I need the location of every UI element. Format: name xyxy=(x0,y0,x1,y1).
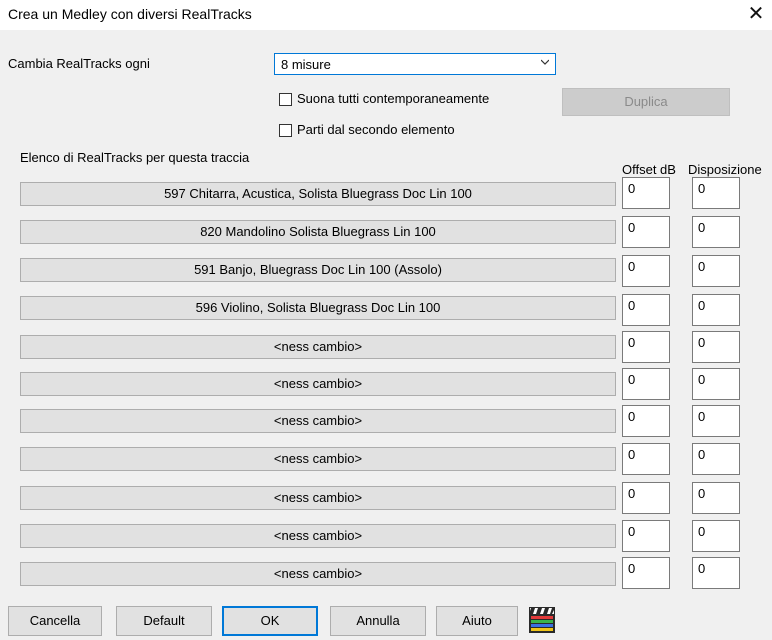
track-button[interactable]: <ness cambio> xyxy=(20,524,616,548)
track-button[interactable]: <ness cambio> xyxy=(20,335,616,359)
default-button[interactable]: Default xyxy=(116,606,212,636)
close-icon[interactable]: ✕ xyxy=(744,2,768,26)
clapperboard-icon[interactable] xyxy=(528,606,556,634)
help-button[interactable]: Aiuto xyxy=(436,606,518,636)
start-second-label: Parti dal secondo elemento xyxy=(297,122,455,137)
window-title: Crea un Medley con diversi RealTracks xyxy=(8,6,252,22)
track-list-heading: Elenco di RealTracks per questa traccia xyxy=(20,150,250,165)
track-button[interactable]: 591 Banjo, Bluegrass Doc Lin 100 (Assolo… xyxy=(20,258,616,282)
offset-input[interactable]: 0 xyxy=(622,255,670,287)
change-every-label: Cambia RealTracks ogni xyxy=(8,56,150,71)
offset-input[interactable]: 0 xyxy=(622,557,670,589)
start-second-checkbox[interactable] xyxy=(279,124,292,137)
layout-column-header: Disposizione xyxy=(688,162,762,177)
layout-input[interactable]: 0 xyxy=(692,255,740,287)
offset-input[interactable]: 0 xyxy=(622,405,670,437)
offset-input[interactable]: 0 xyxy=(622,177,670,209)
change-every-value: 8 misure xyxy=(281,57,331,72)
offset-input[interactable]: 0 xyxy=(622,368,670,400)
track-button[interactable]: 596 Violino, Solista Bluegrass Doc Lin 1… xyxy=(20,296,616,320)
offset-input[interactable]: 0 xyxy=(622,520,670,552)
offset-input[interactable]: 0 xyxy=(622,216,670,248)
change-every-select[interactable]: 8 misure xyxy=(274,53,556,75)
ok-button[interactable]: OK xyxy=(222,606,318,636)
offset-input[interactable]: 0 xyxy=(622,331,670,363)
layout-input[interactable]: 0 xyxy=(692,331,740,363)
track-button[interactable]: 820 Mandolino Solista Bluegrass Lin 100 xyxy=(20,220,616,244)
offset-input[interactable]: 0 xyxy=(622,294,670,326)
track-button[interactable]: <ness cambio> xyxy=(20,562,616,586)
offset-column-header: Offset dB xyxy=(622,162,676,177)
layout-input[interactable]: 0 xyxy=(692,443,740,475)
track-button[interactable]: <ness cambio> xyxy=(20,486,616,510)
annulla-button[interactable]: Annulla xyxy=(330,606,426,636)
track-button[interactable]: <ness cambio> xyxy=(20,409,616,433)
play-all-checkbox[interactable] xyxy=(279,93,292,106)
title-bar: Crea un Medley con diversi RealTracks ✕ xyxy=(0,0,772,30)
track-button[interactable]: <ness cambio> xyxy=(20,447,616,471)
offset-input[interactable]: 0 xyxy=(622,443,670,475)
track-button[interactable]: 597 Chitarra, Acustica, Solista Bluegras… xyxy=(20,182,616,206)
cancel-button[interactable]: Cancella xyxy=(8,606,102,636)
layout-input[interactable]: 0 xyxy=(692,294,740,326)
layout-input[interactable]: 0 xyxy=(692,557,740,589)
layout-input[interactable]: 0 xyxy=(692,482,740,514)
play-all-label: Suona tutti contemporaneamente xyxy=(297,91,490,106)
layout-input[interactable]: 0 xyxy=(692,520,740,552)
layout-input[interactable]: 0 xyxy=(692,368,740,400)
layout-input[interactable]: 0 xyxy=(692,405,740,437)
layout-input[interactable]: 0 xyxy=(692,177,740,209)
dialog-body: Cambia RealTracks ogni 8 misure Suona tu… xyxy=(0,30,772,640)
duplicate-button[interactable]: Duplica xyxy=(562,88,730,116)
layout-input[interactable]: 0 xyxy=(692,216,740,248)
track-button[interactable]: <ness cambio> xyxy=(20,372,616,396)
offset-input[interactable]: 0 xyxy=(622,482,670,514)
chevron-down-icon xyxy=(541,59,549,65)
